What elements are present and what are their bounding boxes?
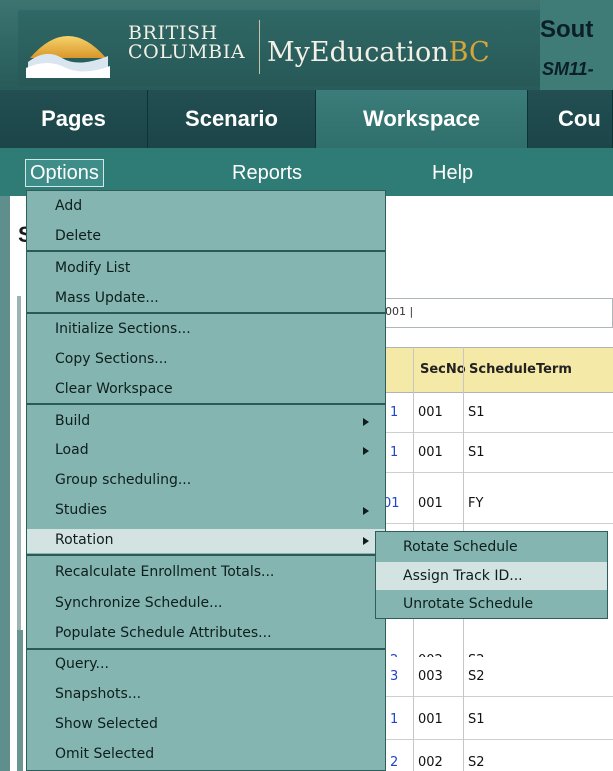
menu-item-show-selected[interactable]: Show Selected xyxy=(27,713,385,737)
list-frame-border-lower xyxy=(17,630,23,771)
tab-course[interactable]: Cou xyxy=(528,90,613,148)
row-course-link[interactable]: 3 xyxy=(390,669,398,684)
menu-item-modify-list[interactable]: Modify List xyxy=(27,257,385,281)
province-line2: COLUMBIA xyxy=(128,41,246,63)
column-header-secno[interactable]: SecNo xyxy=(420,362,466,377)
table-row[interactable]: 01 001 FY xyxy=(380,484,613,524)
bc-sun-logo-icon xyxy=(26,36,110,78)
menu-item-query[interactable]: Query... xyxy=(27,653,385,677)
menu-item-load-label: Load xyxy=(55,442,89,458)
table-row[interactable]: 2 002 S2 xyxy=(380,743,613,771)
help-menu-button[interactable]: Help xyxy=(432,160,473,186)
row-term: S2 xyxy=(468,669,485,684)
menu-item-add[interactable]: Add xyxy=(27,195,385,219)
row-course-link[interactable]: 1 xyxy=(390,405,398,420)
row-term: S1 xyxy=(468,405,485,420)
menu-item-copy-sections[interactable]: Copy Sections... xyxy=(27,348,385,372)
tab-pages[interactable]: Pages xyxy=(0,90,148,148)
app-name: MyEducationBC xyxy=(267,38,490,68)
menu-item-rotation-label: Rotation xyxy=(55,532,114,548)
menu-item-snapshots[interactable]: Snapshots... xyxy=(27,683,385,707)
table-row[interactable]: 1 001 S1 xyxy=(380,393,613,433)
menu-item-studies-label: Studies xyxy=(55,502,107,518)
submenu-arrow-icon xyxy=(363,507,369,515)
row-course-link[interactable]: 2 xyxy=(390,755,398,770)
menu-item-omit-selected[interactable]: Omit Selected xyxy=(27,743,385,767)
row-secno: 001 xyxy=(418,405,443,420)
menu-item-group-scheduling[interactable]: Group scheduling... xyxy=(27,469,385,493)
submenu-bar: Options Reports Help xyxy=(0,148,613,196)
menu-item-build-label: Build xyxy=(55,413,91,429)
table-row[interactable]: 3 003 S2 xyxy=(380,657,613,697)
filter-bar[interactable]: 001 | xyxy=(380,298,613,328)
rotation-submenu: Rotate Schedule Assign Track ID... Unrot… xyxy=(375,531,608,619)
menu-item-rotation[interactable]: Rotation xyxy=(27,529,385,553)
menu-item-delete[interactable]: Delete xyxy=(27,225,385,249)
row-secno: 003 xyxy=(418,669,443,684)
menu-separator xyxy=(27,312,385,314)
table-header: SecNo ScheduleTerm xyxy=(380,347,613,393)
column-header-scheduleterm[interactable]: ScheduleTerm xyxy=(469,362,572,377)
app-name-bc: BC xyxy=(448,37,490,68)
menu-item-recalculate-enrollment[interactable]: Recalculate Enrollment Totals... xyxy=(27,561,385,585)
menu-item-build[interactable]: Build xyxy=(27,410,385,434)
menu-item-unrotate-schedule[interactable]: Unrotate Schedule xyxy=(376,590,607,618)
submenu-arrow-icon xyxy=(363,418,369,426)
row-term: S1 xyxy=(468,712,485,727)
school-subtitle: SM11- xyxy=(542,59,594,79)
menu-item-rotate-schedule[interactable]: Rotate Schedule xyxy=(376,533,607,561)
reports-menu-button[interactable]: Reports xyxy=(232,160,302,186)
menu-item-initialize-sections[interactable]: Initialize Sections... xyxy=(27,318,385,342)
row-secno: 002 xyxy=(418,755,443,770)
tab-workspace[interactable]: Workspace xyxy=(316,90,528,148)
row-secno: 001 xyxy=(418,496,443,511)
row-term: S2 xyxy=(468,755,485,770)
options-dropdown-menu: Add Delete Modify List Mass Update... In… xyxy=(26,190,386,771)
menu-item-mass-update[interactable]: Mass Update... xyxy=(27,287,385,311)
submenu-arrow-icon xyxy=(363,537,369,545)
menu-separator xyxy=(27,648,385,650)
row-secno: 001 xyxy=(418,445,443,460)
row-term: FY xyxy=(468,496,484,511)
menu-item-synchronize-schedule[interactable]: Synchronize Schedule... xyxy=(27,592,385,616)
primary-tab-bar: Pages Scenario Workspace Cou xyxy=(0,90,613,148)
table-row[interactable]: 1 001 S1 xyxy=(380,433,613,473)
menu-item-clear-workspace[interactable]: Clear Workspace xyxy=(27,378,385,402)
row-course-link[interactable]: 1 xyxy=(390,712,398,727)
menu-separator xyxy=(27,554,385,556)
options-menu-button[interactable]: Options xyxy=(25,159,104,187)
school-title: Sout xyxy=(540,16,594,43)
app-name-main: MyEducation xyxy=(267,37,449,68)
tab-scenario[interactable]: Scenario xyxy=(148,90,316,148)
menu-item-assign-track-id[interactable]: Assign Track ID... xyxy=(376,562,607,590)
province-name: BRITISH COLUMBIA xyxy=(128,24,245,62)
app-header: BRITISH COLUMBIA MyEducationBC Sout SM11… xyxy=(0,0,613,90)
row-term: S1 xyxy=(468,445,485,460)
row-course-link[interactable]: 1 xyxy=(390,445,398,460)
menu-item-studies[interactable]: Studies xyxy=(27,499,385,523)
menu-separator xyxy=(27,250,385,252)
menu-separator xyxy=(27,403,385,405)
menu-item-populate-schedule-attributes[interactable]: Populate Schedule Attributes... xyxy=(27,622,385,646)
logo-divider xyxy=(259,20,260,74)
menu-item-load[interactable]: Load xyxy=(27,439,385,463)
row-secno: 001 xyxy=(418,712,443,727)
submenu-arrow-icon xyxy=(363,447,369,455)
page-left-margin xyxy=(0,196,10,771)
table-row[interactable]: 1 001 S1 xyxy=(380,700,613,740)
